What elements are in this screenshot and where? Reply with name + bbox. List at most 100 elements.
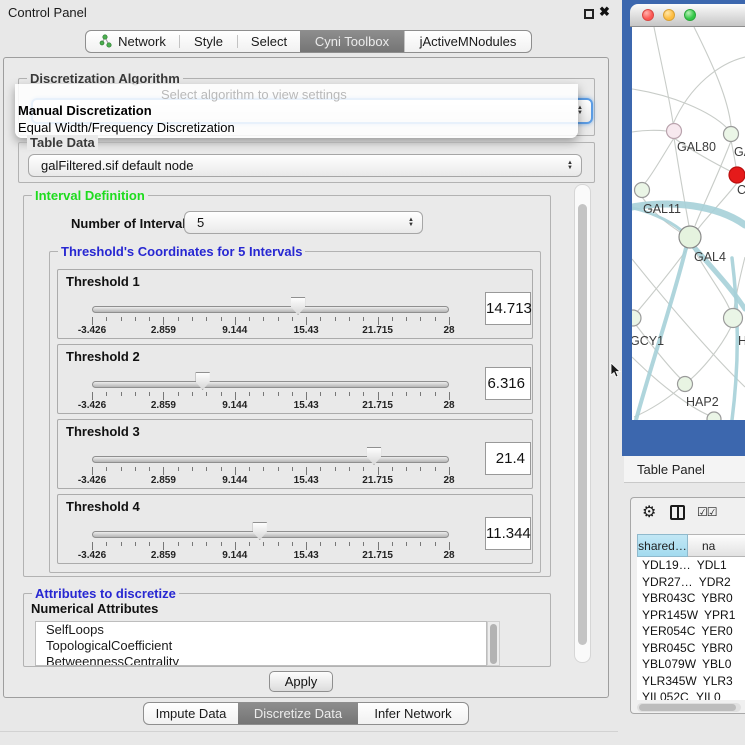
table-hscrollbar[interactable]: [637, 703, 741, 712]
network-node[interactable]: [635, 183, 650, 198]
tick-mark: [163, 392, 164, 400]
table-row[interactable]: YER054CYER0: [637, 623, 745, 640]
table-row[interactable]: YPR145WYPR1: [637, 607, 745, 624]
attribute-list-item[interactable]: BetweennessCentrality: [36, 654, 486, 666]
float-panel-icon[interactable]: [584, 9, 594, 19]
tick-mark: [221, 317, 222, 321]
network-edge[interactable]: [632, 130, 666, 132]
column-header-name[interactable]: na: [688, 534, 745, 557]
tick-mark: [163, 467, 164, 475]
network-node[interactable]: [724, 127, 739, 142]
network-edge-highlighted[interactable]: [732, 258, 737, 420]
tick-mark: [135, 542, 136, 546]
network-window-titlebar[interactable]: [630, 4, 745, 27]
tick-label: 28: [443, 400, 454, 411]
attributes-scrollbar[interactable]: [487, 621, 500, 666]
network-edge[interactable]: [654, 27, 673, 123]
network-node[interactable]: [679, 226, 701, 248]
tick-mark: [335, 467, 336, 471]
threshold-value-field[interactable]: 14.713: [485, 292, 531, 325]
select-columns-icon[interactable]: ☑☑: [697, 505, 717, 519]
tab-cyni-toolbox[interactable]: Cyni Toolbox: [300, 31, 404, 52]
network-edge[interactable]: [632, 89, 727, 128]
minimize-traffic-icon[interactable]: [663, 9, 675, 21]
attribute-list-item[interactable]: SelfLoops: [36, 622, 486, 638]
table-row[interactable]: YDL19…YDL1: [637, 557, 745, 574]
slider-track[interactable]: [92, 306, 449, 313]
slider-track[interactable]: [92, 456, 449, 463]
network-node[interactable]: [729, 167, 745, 183]
network-node[interactable]: [707, 412, 721, 420]
network-edge[interactable]: [645, 138, 674, 183]
tab-network[interactable]: Network: [86, 31, 179, 52]
split-columns-icon[interactable]: [670, 505, 685, 520]
threshold-value-field[interactable]: 6.316: [485, 367, 531, 400]
cyni-bottom-tabbar: Impute Data Discretize Data Infer Networ…: [143, 702, 469, 725]
network-node[interactable]: [667, 124, 682, 139]
close-icon[interactable]: ✖: [599, 4, 610, 20]
threshold-label: Threshold 1: [66, 274, 140, 289]
slider-tick-labels: -3.4262.8599.14415.4321.71528: [92, 400, 449, 412]
tab-select[interactable]: Select: [238, 31, 300, 52]
tick-mark: [149, 542, 150, 546]
tick-mark: [149, 467, 150, 471]
table-row[interactable]: YIL052CYIL0: [637, 689, 745, 700]
tick-mark: [221, 467, 222, 471]
table-row[interactable]: YLR345WYLR3: [637, 673, 745, 690]
threshold-value-field[interactable]: 21.4: [485, 442, 531, 475]
table-row[interactable]: YBR043CYBR0: [637, 590, 745, 607]
table-data-combobox[interactable]: galFiltered.sif default node ▲▼: [28, 154, 582, 177]
network-node[interactable]: [724, 309, 743, 328]
combo-value: galFiltered.sif default node: [41, 158, 193, 173]
tick-label: -3.426: [78, 550, 106, 561]
scrollbar-thumb[interactable]: [639, 704, 736, 711]
slider-track[interactable]: [92, 531, 449, 538]
tab-impute-data[interactable]: Impute Data: [144, 703, 238, 724]
table-panel: ⚙ ☑☑ shared… na YDL19…YDL1YDR27…YDR2YBR0…: [630, 497, 745, 714]
popup-option-equal-width[interactable]: Equal Width/Frequency Discretization: [17, 120, 574, 136]
popup-option-manual[interactable]: Manual Discretization: [17, 103, 574, 119]
tab-discretize-data[interactable]: Discretize Data: [238, 703, 358, 724]
table-row[interactable]: YDR27…YDR2: [637, 574, 745, 591]
tick-mark: [249, 317, 250, 321]
table-cell: YLR3: [697, 673, 745, 690]
network-canvas[interactable]: GAL80GACGAL11GAL4GCY1HHAP2: [632, 27, 745, 420]
tick-mark: [420, 392, 421, 396]
tick-mark: [335, 392, 336, 396]
table-row[interactable]: YBR045CYBR0: [637, 640, 745, 657]
network-edge[interactable]: [637, 248, 688, 312]
apply-button[interactable]: Apply: [269, 671, 333, 692]
tick-mark: [149, 392, 150, 396]
table-row[interactable]: YBL079WYBL0: [637, 656, 745, 673]
tab-style[interactable]: Style: [180, 31, 237, 52]
tick-mark: [392, 317, 393, 321]
network-node[interactable]: [678, 377, 693, 392]
number-of-intervals-spinner[interactable]: 5 ▲▼: [184, 211, 423, 234]
network-node[interactable]: [632, 310, 641, 326]
tick-mark: [92, 542, 93, 550]
numerical-attributes-list[interactable]: SelfLoopsTopologicalCoefficientBetweenne…: [35, 621, 487, 666]
tick-mark: [235, 467, 236, 475]
scrollbar-thumb[interactable]: [490, 624, 497, 664]
slider-track[interactable]: [92, 381, 449, 388]
zoom-traffic-icon[interactable]: [684, 9, 696, 21]
table-panel-title: Table Panel: [637, 462, 705, 477]
network-edge[interactable]: [694, 27, 731, 126]
tab-infer-network[interactable]: Infer Network: [358, 703, 468, 724]
panel-scrollbar[interactable]: [574, 184, 591, 663]
table-cell: YBR0: [695, 640, 745, 657]
attribute-list-item[interactable]: TopologicalCoefficient: [36, 638, 486, 654]
threshold-4-panel: Threshold 4 -3.4262.8599.14415.4321.7152…: [57, 494, 533, 564]
table-cell: YDL1: [691, 557, 745, 574]
group-title: Interval Definition: [32, 188, 148, 203]
column-header-shared-name[interactable]: shared…: [637, 534, 688, 557]
network-edge[interactable]: [691, 327, 731, 379]
group-title: Attributes to discretize: [32, 586, 179, 601]
tab-jactivemnodules[interactable]: jActiveMNodules: [404, 31, 531, 52]
gear-icon[interactable]: ⚙: [642, 502, 656, 522]
tick-mark: [378, 467, 379, 475]
threshold-value-field[interactable]: 11.344: [485, 517, 531, 550]
scrollbar-thumb[interactable]: [578, 204, 587, 645]
close-traffic-icon[interactable]: [642, 9, 654, 21]
tick-mark: [363, 392, 364, 396]
